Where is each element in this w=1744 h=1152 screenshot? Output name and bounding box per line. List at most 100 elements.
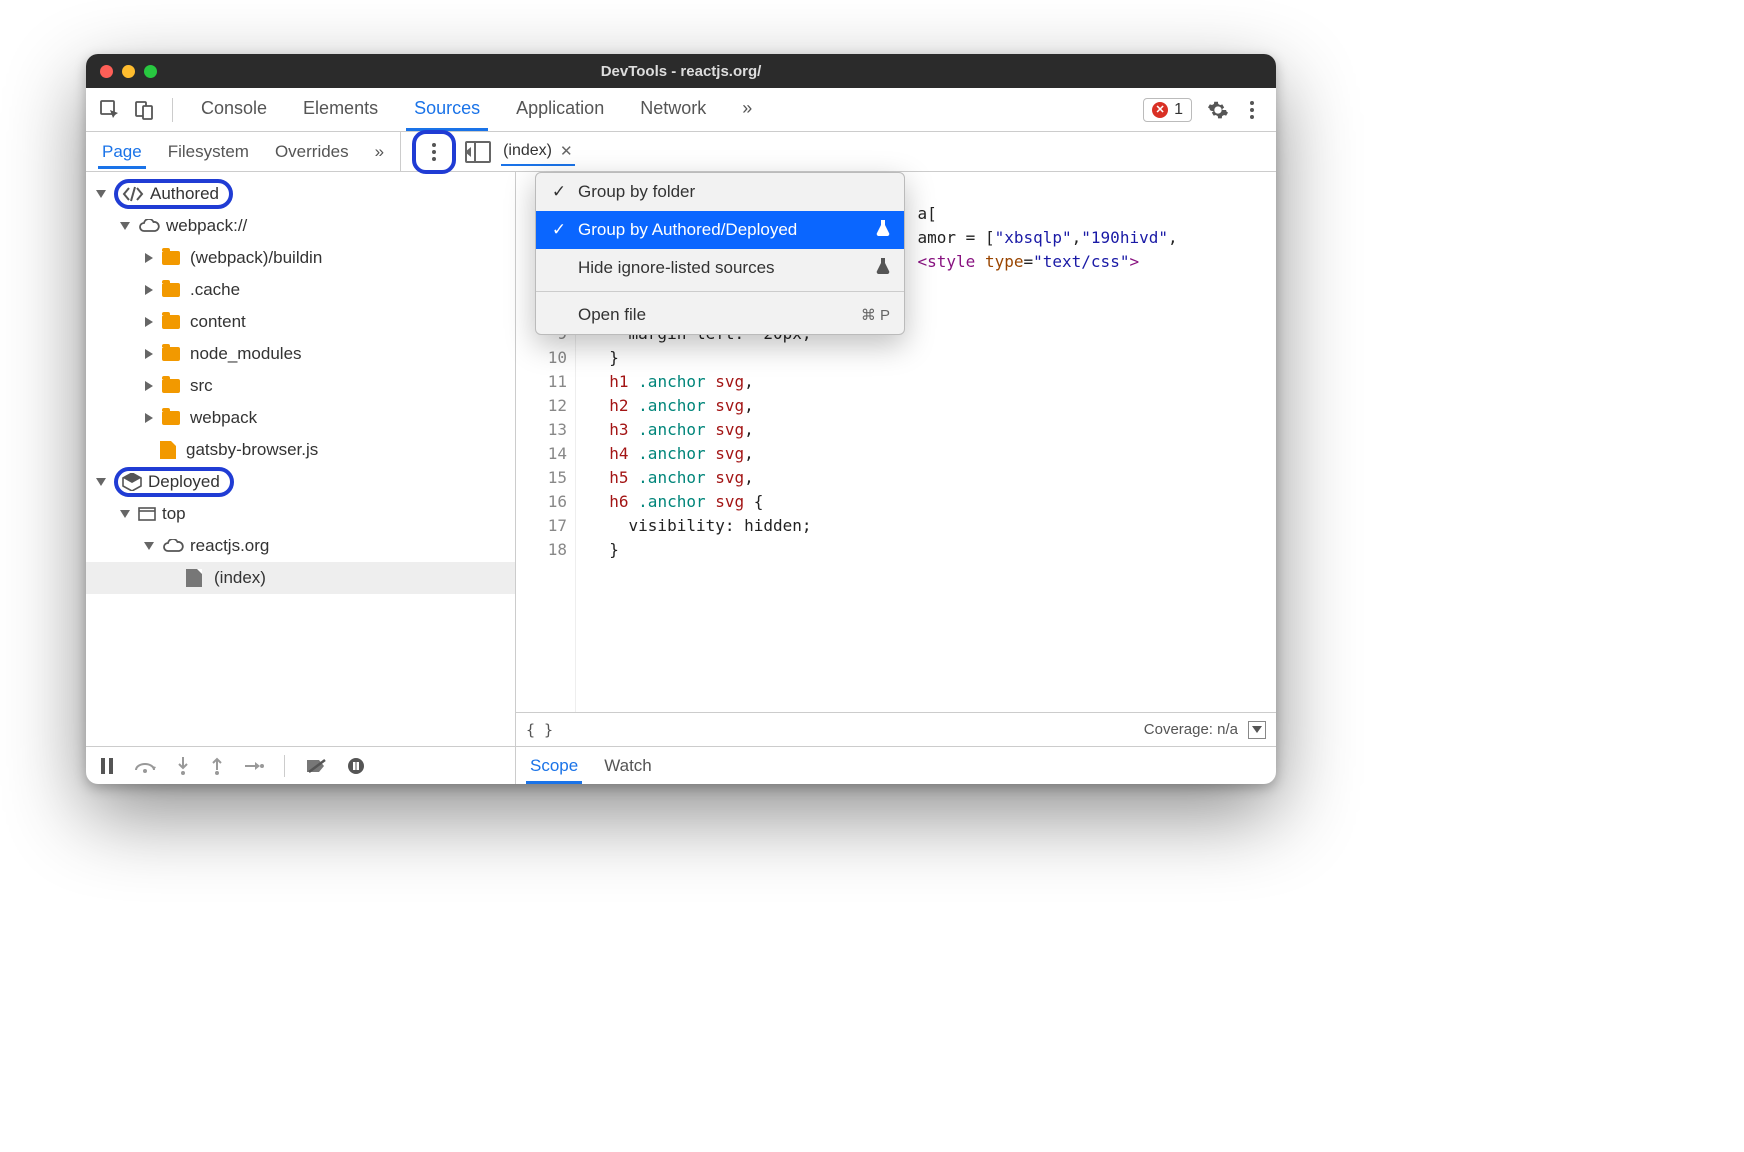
folder-icon [162,251,180,265]
tree-label: .cache [190,280,240,300]
gear-icon[interactable] [1204,96,1232,124]
folder-icon [162,379,180,393]
package-icon [122,473,142,491]
tree-folder[interactable]: webpack [86,402,515,434]
folder-icon [162,411,180,425]
cloud-icon [138,219,160,233]
error-count-badge[interactable]: ✕ 1 [1143,98,1192,122]
kebab-icon[interactable] [1238,96,1266,124]
tree-item-top[interactable]: top [86,498,515,530]
js-file-icon [160,441,176,459]
disclosure-closed-icon [145,285,153,295]
step-icon[interactable] [244,759,264,773]
tree-label: (webpack)/buildin [190,248,322,268]
toolbar-separator [172,98,173,122]
tree-label: src [190,376,213,396]
deactivate-breakpoints-icon[interactable] [305,758,327,774]
more-options-menu: ✓ Group by folder ✓ Group by Authored/De… [535,172,905,335]
dock-icon[interactable] [1248,721,1266,739]
tree-label: (index) [214,568,266,588]
menu-label: Open file [578,305,646,325]
step-out-icon[interactable] [210,757,224,775]
tab-scope[interactable]: Scope [526,750,582,782]
panel-tabs: Console Elements Sources Application Net… [193,90,760,129]
frame-icon [138,507,156,521]
inspect-element-icon[interactable] [96,96,124,124]
disclosure-closed-icon [145,253,153,263]
menu-item-group-by-authored-deployed[interactable]: ✓ Group by Authored/Deployed [536,211,904,249]
step-into-icon[interactable] [176,757,190,775]
disclosure-open-icon [120,222,130,230]
tree-folder[interactable]: node_modules [86,338,515,370]
tree-file-index[interactable]: (index) [86,562,515,594]
tab-watch[interactable]: Watch [600,750,656,782]
debugger-toolbar [86,746,515,784]
tree-folder[interactable]: content [86,306,515,338]
pause-icon[interactable] [100,758,114,774]
editor-tab-index[interactable]: (index) ✕ [501,138,574,166]
window-title: DevTools - reactjs.org/ [86,63,1276,80]
navigator-tab-overrides[interactable]: Overrides [271,136,353,168]
tree-folder[interactable]: src [86,370,515,402]
menu-item-hide-ignore-listed[interactable]: Hide ignore-listed sources [536,249,904,287]
device-toggle-icon[interactable] [130,96,158,124]
code-icon [122,186,144,202]
flask-icon [876,220,890,241]
navigator-tabs: Page Filesystem Overrides » [86,132,388,171]
separator [284,755,285,777]
tree-group-deployed[interactable]: Deployed [86,466,515,498]
file-tree[interactable]: Authored webpack:// (webpack)/buildin .c… [86,172,515,746]
titlebar: DevTools - reactjs.org/ [86,54,1276,88]
editor-tabs: (index) ✕ [465,132,574,171]
toggle-navigator-icon[interactable] [465,141,491,163]
tree-file[interactable]: gatsby-browser.js [86,434,515,466]
coverage-label: Coverage: n/a [1144,721,1238,738]
menu-item-open-file[interactable]: Open file ⌘ P [536,296,904,334]
error-count: 1 [1174,101,1183,119]
tree-label: gatsby-browser.js [186,440,318,460]
tree-label: top [162,504,186,524]
cloud-icon [162,539,184,553]
tab-network[interactable]: Network [632,90,714,129]
error-icon: ✕ [1152,102,1168,118]
pause-on-exceptions-icon[interactable] [347,757,365,775]
devtools-window: DevTools - reactjs.org/ Console Elements… [86,54,1276,784]
tree-group-authored[interactable]: Authored [86,178,515,210]
navigator-overflow[interactable]: » [371,136,388,168]
tree-label: webpack:// [166,216,247,236]
menu-label: Hide ignore-listed sources [578,258,775,278]
disclosure-open-icon [96,478,106,486]
tree-folder[interactable]: (webpack)/buildin [86,242,515,274]
authored-label: Authored [150,184,219,204]
navigator-pane: Authored webpack:// (webpack)/buildin .c… [86,172,516,784]
folder-icon [162,315,180,329]
tree-folder[interactable]: .cache [86,274,515,306]
close-tab-icon[interactable]: ✕ [560,142,573,160]
tab-application[interactable]: Application [508,90,612,129]
tree-label: content [190,312,246,332]
more-options-button[interactable] [419,137,449,167]
tabs-overflow[interactable]: » [734,90,760,129]
navigator-tab-page[interactable]: Page [98,136,146,168]
tab-sources[interactable]: Sources [406,90,488,129]
menu-label: Group by Authored/Deployed [578,220,797,240]
tab-console[interactable]: Console [193,90,275,129]
disclosure-open-icon [144,542,154,550]
sources-subbar: Page Filesystem Overrides » (index) ✕ [86,132,1276,172]
check-icon: ✓ [550,220,568,240]
editor-tab-label: (index) [503,142,552,160]
step-over-icon[interactable] [134,758,156,774]
menu-label: Group by folder [578,182,695,202]
navigator-tab-filesystem[interactable]: Filesystem [164,136,253,168]
tab-elements[interactable]: Elements [295,90,386,129]
tree-label: webpack [190,408,257,428]
tree-item-webpack[interactable]: webpack:// [86,210,515,242]
tree-label: node_modules [190,344,302,364]
disclosure-open-icon [96,190,106,198]
menu-item-group-by-folder[interactable]: ✓ Group by folder [536,173,904,211]
folder-icon [162,347,180,361]
disclosure-closed-icon [145,413,153,423]
disclosure-closed-icon [145,381,153,391]
tree-item-origin[interactable]: reactjs.org [86,530,515,562]
pretty-print-icon[interactable]: { } [526,721,553,739]
